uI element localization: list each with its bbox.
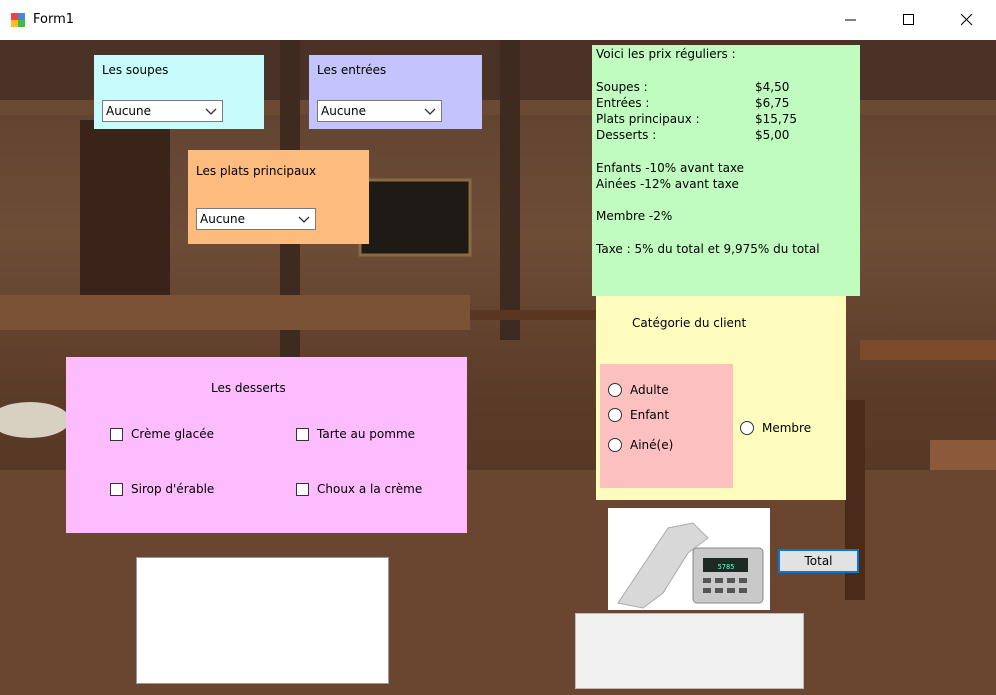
radio-circle[interactable] (608, 408, 622, 422)
desserts-label: Les desserts (211, 381, 286, 395)
soupes-selected-value: Aucune (106, 104, 152, 118)
maximize-button[interactable] (880, 0, 938, 40)
dessert-label: Tarte au pomme (317, 427, 416, 441)
price-name-plats: Plats principaux : (596, 112, 700, 126)
radio-circle[interactable] (608, 438, 622, 452)
entrees-label: Les entrées (317, 63, 387, 77)
dessert-label: Choux a la crème (317, 482, 423, 496)
radio-label: Enfant (630, 408, 670, 422)
soupes-label: Les soupes (102, 63, 169, 77)
prices-info-panel: Voici les prix réguliers : Soupes : $4,5… (592, 45, 860, 296)
plats-label: Les plats principaux (196, 164, 317, 178)
prices-header: Voici les prix réguliers : (596, 47, 736, 61)
checkbox-box[interactable] (110, 427, 123, 441)
desserts-group: Les desserts Crème glacée Tarte au pomme… (66, 357, 467, 533)
robot-calculator-image: 5785 (608, 508, 770, 610)
price-amount-soupes: $4,50 (755, 80, 790, 94)
chevron-down-icon (424, 108, 436, 115)
price-name-desserts: Desserts : (596, 128, 657, 142)
svg-text:5785: 5785 (718, 563, 735, 571)
radio-label: Membre (762, 421, 812, 435)
age-group-panel: Adulte Enfant Ainé(e) (600, 364, 733, 488)
dessert-label: Sirop d'érable (131, 482, 215, 496)
plats-combobox[interactable]: Aucune (196, 208, 316, 230)
radio-aine[interactable]: Ainé(e) (608, 438, 673, 452)
minimize-button[interactable] (822, 0, 880, 40)
price-name-soupes: Soupes : (596, 80, 648, 94)
dessert-checkbox-creme-glacee[interactable]: Crème glacée (110, 427, 214, 441)
checkbox-box[interactable] (296, 482, 309, 496)
dessert-checkbox-choux-creme[interactable]: Choux a la crème (296, 482, 422, 496)
close-button[interactable] (938, 0, 996, 40)
chevron-down-icon (298, 216, 310, 223)
entrees-group: Les entrées Aucune (309, 55, 482, 129)
discount-ainees: Ainées -12% avant taxe (596, 177, 739, 191)
app-icon (11, 13, 25, 27)
price-amount-entrees: $6,75 (755, 96, 790, 110)
tax-info: Taxe : 5% du total et 9,975% du total (596, 242, 820, 256)
discount-enfants: Enfants -10% avant taxe (596, 161, 745, 175)
window-title: Form1 (33, 12, 75, 27)
client-category-group: Catégorie du client Adulte Enfant Ainé(e… (596, 296, 846, 500)
soupes-combobox[interactable]: Aucune (102, 100, 223, 122)
price-amount-plats: $15,75 (755, 112, 797, 126)
radio-membre[interactable]: Membre (740, 421, 811, 435)
dessert-label: Crème glacée (131, 427, 214, 441)
radio-adulte[interactable]: Adulte (608, 383, 669, 397)
minimize-icon (845, 19, 856, 21)
entrees-combobox[interactable]: Aucune (317, 100, 442, 122)
plats-principaux-group: Les plats principaux Aucune (188, 150, 369, 244)
dessert-checkbox-tarte-au-pomme[interactable]: Tarte au pomme (296, 427, 415, 441)
radio-label: Ainé(e) (630, 438, 674, 452)
radio-enfant[interactable]: Enfant (608, 408, 669, 422)
total-button[interactable]: Total (778, 549, 859, 573)
close-icon (961, 14, 973, 26)
total-output-box[interactable] (575, 613, 804, 689)
category-label: Catégorie du client (632, 316, 747, 330)
discount-membre: Membre -2% (596, 209, 673, 223)
total-button-label: Total (804, 554, 833, 568)
radio-circle[interactable] (740, 421, 754, 435)
price-amount-desserts: $5,00 (755, 128, 790, 142)
checkbox-box[interactable] (296, 427, 309, 441)
maximize-icon (903, 14, 914, 25)
dessert-checkbox-sirop-erable[interactable]: Sirop d'érable (110, 482, 214, 496)
radio-circle[interactable] (608, 383, 622, 397)
plats-selected-value: Aucune (200, 212, 246, 226)
radio-label: Adulte (630, 383, 669, 397)
price-name-entrees: Entrées : (596, 96, 650, 110)
checkbox-box[interactable] (110, 482, 123, 496)
chevron-down-icon (205, 108, 217, 115)
title-bar: Form1 (0, 0, 996, 40)
soupes-group: Les soupes Aucune (94, 55, 264, 129)
entrees-selected-value: Aucune (321, 104, 367, 118)
form-client-area: Les soupes Aucune Les entrées Aucune Les… (0, 40, 996, 695)
order-summary-box[interactable] (136, 557, 389, 684)
